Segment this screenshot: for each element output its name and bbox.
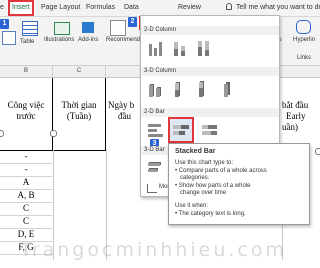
illustrations-label: Illustrations [44,37,75,43]
header-c-line1: Thời gian [61,100,97,110]
tooltip-title: Stacked Bar [175,148,216,155]
hyperlink-label: Hyperlin [293,37,316,43]
table-cell[interactable]: C [0,215,52,229]
table-icon[interactable] [22,21,38,36]
stacked-bar-icon [173,125,189,129]
section-2d-bar: 2-D Bar [141,108,279,117]
watermark: Trangocminhhieu.com [20,239,287,261]
section-2d-column: 2-D Column [141,26,279,35]
stacked-bar-tooltip: Stacked Bar Use this chart type to: • Co… [168,143,310,225]
tooltip-bullet: • Compare parts of a whole across [175,168,267,174]
column-header-b[interactable]: B [0,66,53,77]
tooltip-use-for: Use this chart type to: [175,160,234,166]
table-cell[interactable]: C [0,202,52,216]
chart-option-clustered-column[interactable] [144,38,166,60]
section-3d-column: 3-D Column [141,67,279,76]
header-b-line2: trước [16,111,36,121]
selection-handle[interactable] [315,148,320,155]
pivot-table-icon[interactable] [2,31,16,45]
chart-option-3d-stacked-column[interactable] [168,79,190,101]
tab-page-layout[interactable]: Page Layout [41,2,80,14]
step-badge-2: 2 [128,17,137,27]
add-ins-label: Add-ins [78,37,99,43]
header-f-line1: bắt đầu [282,100,309,110]
table-cell[interactable]: A [0,176,52,190]
chart-option-3d-clustered-column[interactable] [144,79,166,101]
chart-option-stacked-bar[interactable] [168,117,194,143]
tab-data[interactable]: Data [124,2,139,14]
header-d-line2: đầu [118,111,131,121]
tooltip-when-bullet: • The category text is long. [175,211,246,217]
table-cell[interactable]: - [0,150,52,164]
more-charts-icon [147,184,157,193]
step-badge-1: 1 [0,19,9,29]
header-f-line3: uần) [282,122,298,132]
chart-option-clustered-bar[interactable] [144,119,166,141]
tell-me-search[interactable]: Tell me what you want to do [236,2,320,14]
tooltip-bullet: change over time [180,190,227,196]
tab-review[interactable]: Review [178,2,201,14]
header-f-line2: Early [286,111,306,121]
tooltip-bullet: categories. [180,175,210,181]
tooltip-bullet: • Show how parts of a whole [175,183,251,189]
recommended-charts-icon[interactable] [110,20,126,36]
illustrations-icon[interactable] [54,22,70,35]
tab-file[interactable]: e [0,2,4,14]
chart-option-stacked-column[interactable] [168,38,190,60]
table-cell[interactable]: A, B [0,189,52,203]
table-label: Table [20,39,35,45]
header-c-line2: (Tuần) [66,111,92,121]
tooltip-when: Use it when: [175,203,209,209]
chart-option-100-stacked-bar[interactable] [198,119,220,141]
selection-handle[interactable] [50,130,57,137]
tab-insert[interactable]: Insert [8,0,34,16]
add-ins-icon[interactable] [82,22,94,33]
lightbulb-icon [226,3,232,10]
chart-option-3d-clustered-bar[interactable] [144,157,166,179]
chart-option-100-stacked-column[interactable] [192,38,214,60]
tab-formulas[interactable]: Formulas [86,2,115,14]
column-header-c[interactable]: C [53,66,106,77]
hyperlink-icon[interactable] [296,20,311,34]
header-b-line1: Công việc [7,100,45,110]
table-cell[interactable]: - [0,163,52,177]
chart-option-3d-100-stacked-column[interactable] [192,79,214,101]
header-d-line1: Ngày b [108,100,135,110]
links-group-label: Links [297,55,312,61]
chart-option-3d-column[interactable] [216,79,238,101]
